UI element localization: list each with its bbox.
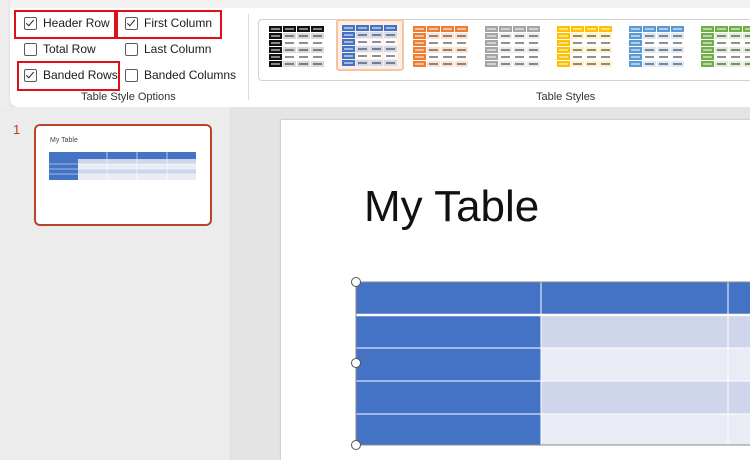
table-first-column: [356, 315, 541, 445]
table-style-swatch-gold-style[interactable]: [552, 21, 618, 71]
ribbon-group-separator: [248, 14, 249, 100]
resize-handle-top-left[interactable]: [351, 277, 361, 287]
highlight-header-row: [14, 10, 116, 39]
table-style-swatch-orange-style[interactable]: [408, 21, 474, 71]
table-header-row: [356, 282, 750, 315]
slide-table[interactable]: [350, 278, 750, 448]
table-style-swatch-gray-style[interactable]: [480, 21, 546, 71]
checkbox-banded-columns-box[interactable]: [125, 68, 138, 82]
table-style-swatch-lightblue-style[interactable]: [624, 21, 690, 71]
table-row: [541, 348, 750, 381]
slide-thumbnail[interactable]: My Table: [34, 124, 212, 226]
resize-handle-middle-left[interactable]: [351, 358, 361, 368]
highlight-banded-rows: [17, 61, 120, 91]
thumbnail-title: My Table: [50, 137, 78, 144]
slide-title[interactable]: My Table: [364, 182, 539, 232]
group-label-table-styles: Table Styles: [536, 91, 596, 103]
thumbnail-table: [49, 152, 196, 180]
checkbox-total-row[interactable]: Total Row: [24, 38, 96, 60]
checkbox-banded-columns-label: Banded Columns: [144, 68, 237, 82]
group-label-table-style-options: Table Style Options: [81, 91, 176, 103]
checkbox-last-column[interactable]: Last Column: [125, 38, 211, 60]
table-row: [541, 381, 750, 414]
highlight-first-column: [116, 10, 222, 39]
table-row: [541, 315, 750, 348]
checkbox-last-column-box[interactable]: [125, 42, 138, 56]
checkbox-total-row-box[interactable]: [24, 42, 37, 56]
checkbox-total-row-label: Total Row: [43, 42, 96, 56]
slide-number: 1: [13, 122, 21, 137]
resize-handle-bottom-left[interactable]: [351, 440, 361, 450]
table-style-swatch-green-style[interactable]: [696, 21, 750, 71]
checkbox-banded-columns[interactable]: Banded Columns: [125, 64, 236, 86]
table-row: [541, 414, 750, 445]
checkbox-last-column-label: Last Column: [144, 42, 212, 56]
table-style-swatch-blue-style[interactable]: [336, 19, 404, 71]
table-style-swatch-black-style[interactable]: [264, 21, 330, 71]
ribbon-top-strip: [10, 0, 750, 8]
